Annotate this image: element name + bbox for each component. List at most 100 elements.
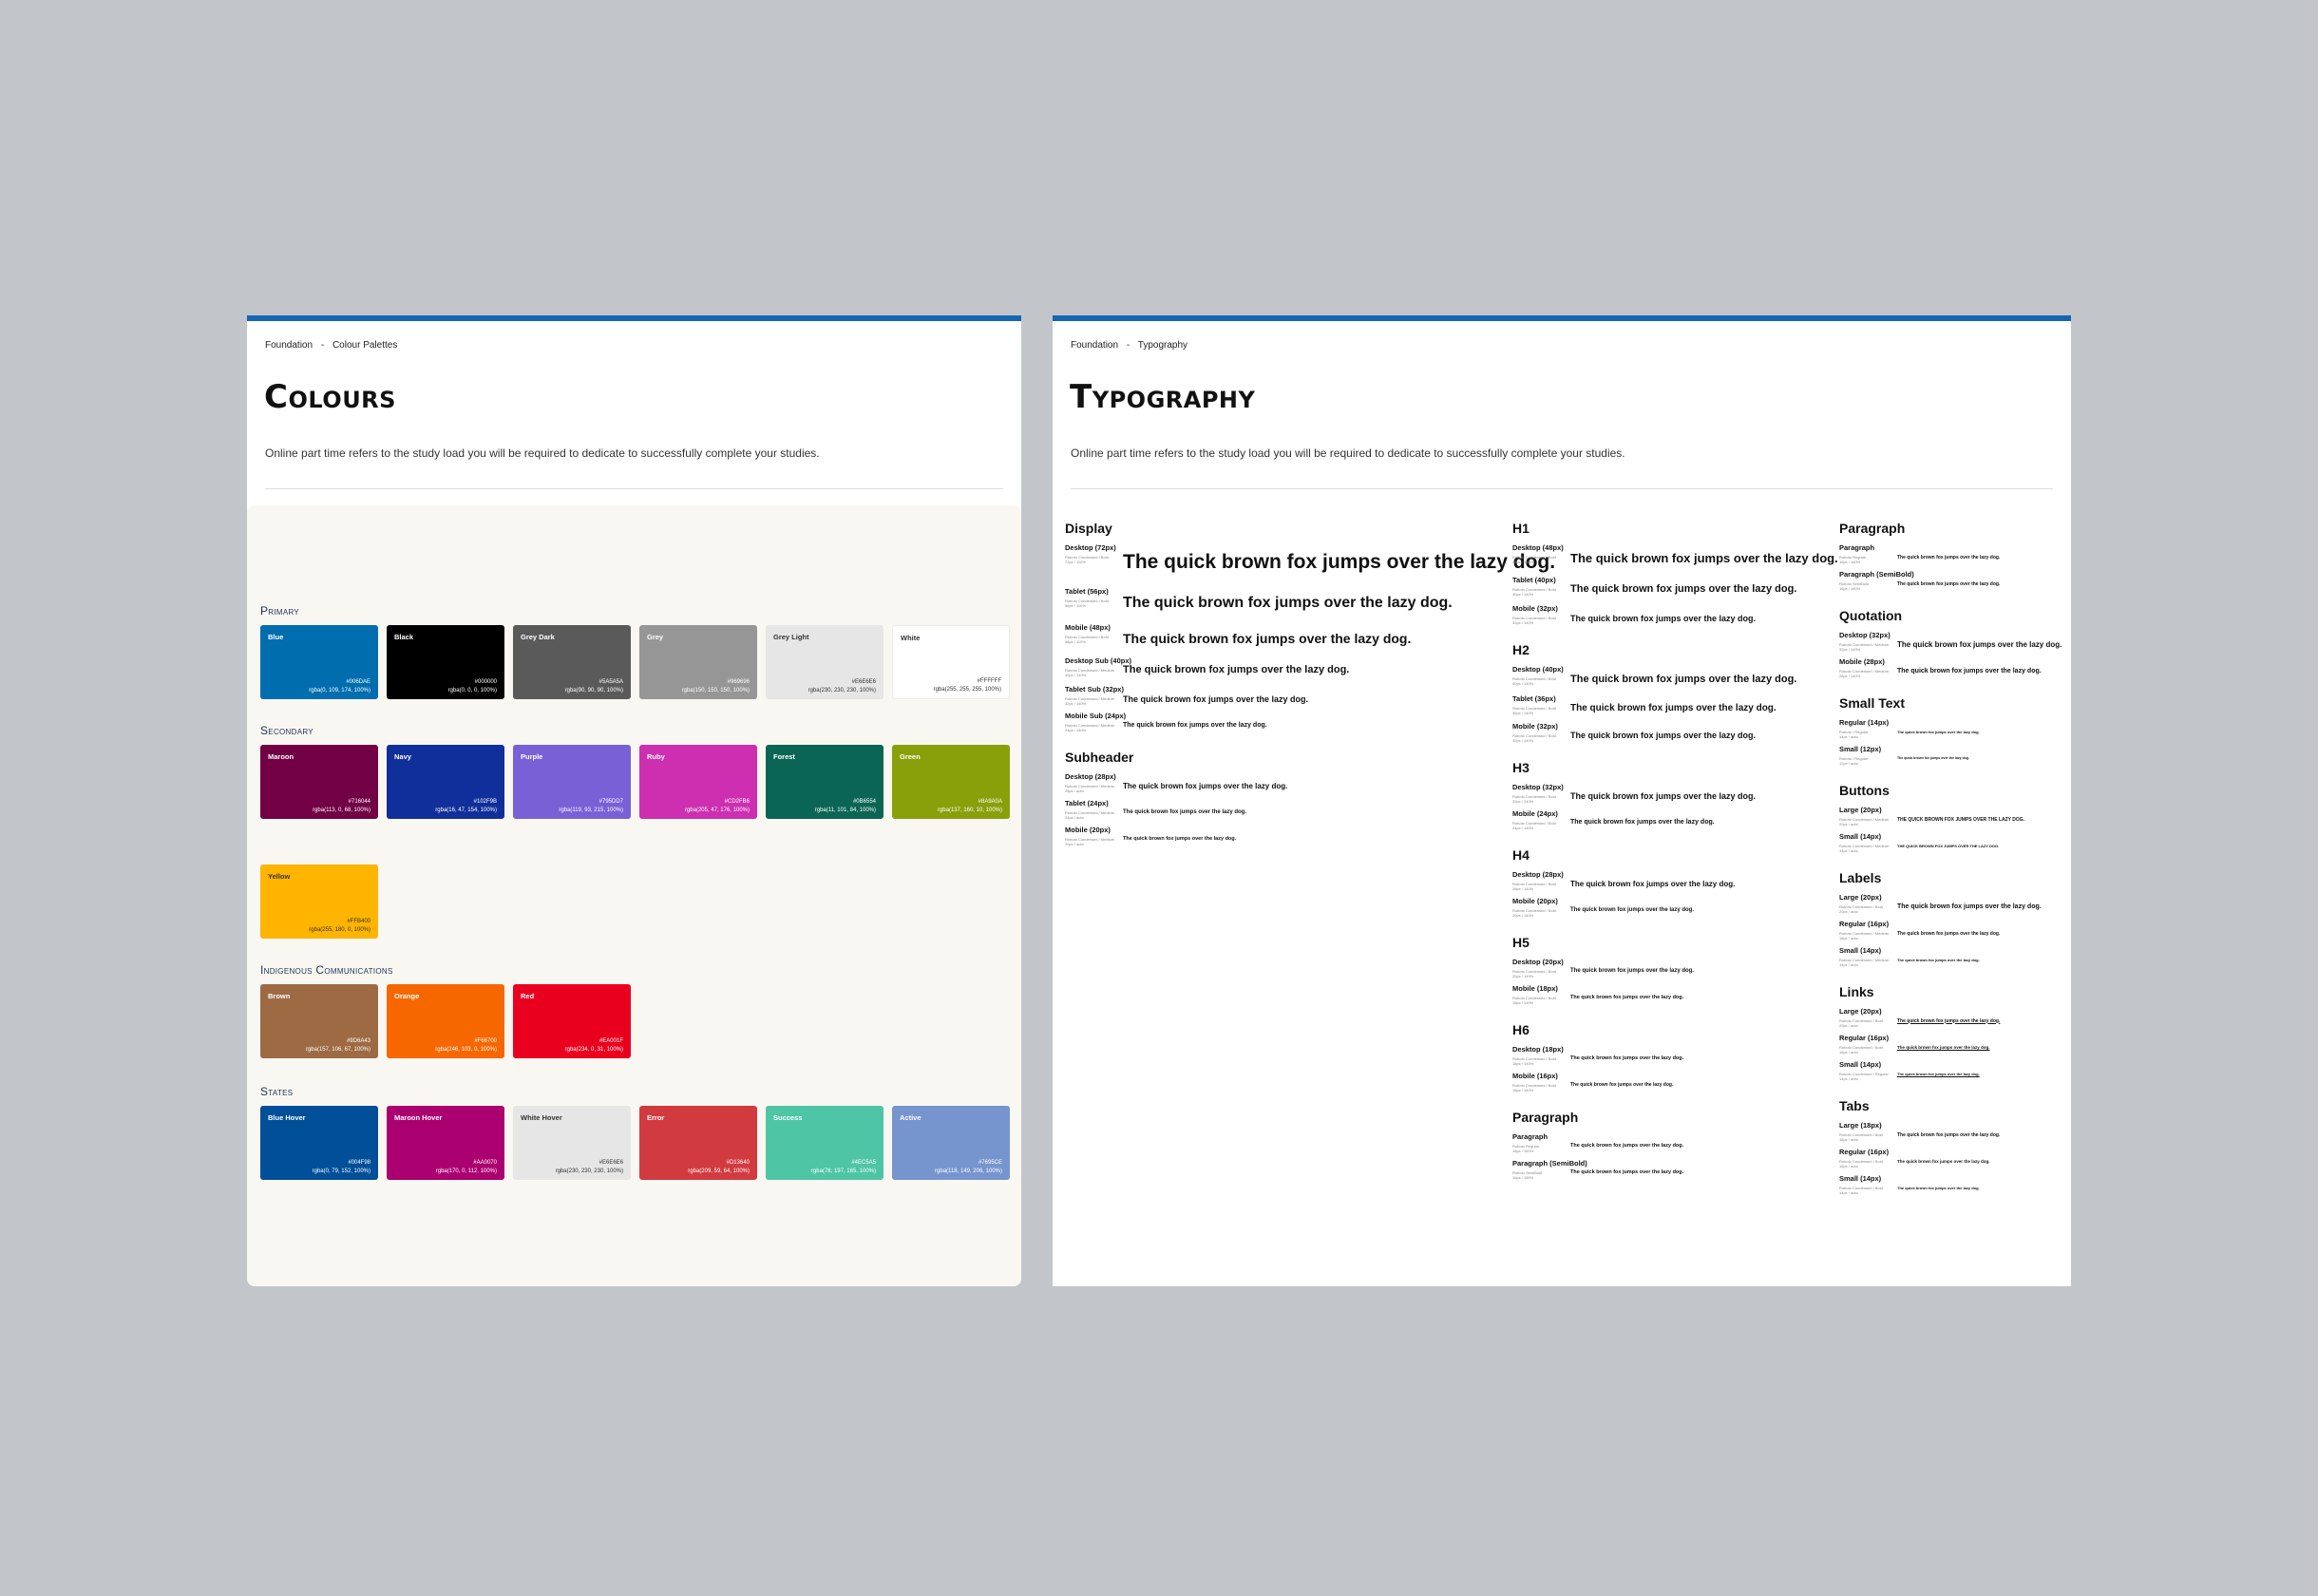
type-sample-text[interactable]: The quick brown fox jumps over the lazy …	[1897, 1045, 1990, 1050]
swatch-rgba: rgba(0, 79, 152, 100%)	[312, 1168, 370, 1174]
type-meta-line: 32px / 140%	[1512, 798, 1534, 804]
swatch-name: Maroon Hover	[394, 1113, 443, 1122]
breadcrumb-separator: -	[1126, 340, 1130, 351]
swatch-maroon-hover[interactable]: Maroon Hover #AA0070 rgba(170, 0, 112, 100…	[387, 1106, 504, 1180]
colour-palette-panel: Primary Blue #006DAE rgba(0, 109, 174, 100%…	[247, 505, 1021, 1286]
type-style-row: Desktop (20px) Roboto Condensed / Bold 20p…	[1512, 958, 1826, 984]
type-sample-text: The quick brown fox jumps over the lazy …	[1897, 667, 2042, 674]
swatch-error[interactable]: Error #D13640 rgba(209, 59, 64, 100%)	[639, 1106, 757, 1180]
type-style-row: Mobile Sub (24px) Roboto Condensed / Medi…	[1065, 712, 1502, 738]
swatch-rgba: rgba(157, 106, 67, 100%)	[305, 1047, 370, 1053]
type-sample-text: The quick brown fox jumps over the lazy …	[1897, 580, 2001, 587]
swatch-name: Grey Light	[773, 633, 809, 641]
swatch-hex: #E6E6E6	[851, 679, 876, 685]
swatch-forest[interactable]: Forest #0B6554 rgba(11, 101, 84, 100%)	[766, 745, 884, 819]
type-style-meta: Roboto Condensed / Medium 24px / 140%	[1065, 723, 1118, 732]
type-meta-line: 32px / 140%	[1839, 647, 1861, 652]
type-style-row: Large (20px) Roboto Condensed / Bold 20px …	[1839, 1007, 2067, 1034]
swatch-white-hover[interactable]: White Hover #E6E6E6 rgba(230, 230, 230, 10…	[513, 1106, 631, 1180]
type-style-row: Tablet Sub (32px) Roboto Condensed / Medi…	[1065, 685, 1502, 712]
type-style-label: Desktop (28px)	[1512, 869, 1564, 879]
type-style-meta: Roboto Condensed / Bold 32px / 140%	[1512, 616, 1566, 625]
swatch-hex: #969696	[727, 679, 750, 685]
type-meta-line: 40px / 140%	[1512, 681, 1534, 686]
type-style-row: Desktop (32px) Roboto Condensed / Medium 3…	[1839, 631, 2067, 657]
type-style-row: Large (18px) Roboto Condensed / Bold 18px …	[1839, 1121, 2067, 1148]
breadcrumb: Foundation - Typography	[1071, 340, 1193, 351]
type-sample-text: The quick brown fox jumps over the lazy …	[1570, 1054, 1684, 1061]
type-sample-text: The quick brown fox jumps over the lazy …	[1570, 613, 1757, 623]
type-style-row: Desktop (72px) Roboto Condensed / Bold 72p…	[1065, 543, 1555, 587]
swatch-grey-dark[interactable]: Grey Dark #5A5A5A rgba(90, 90, 90, 100%)	[513, 625, 631, 699]
swatch-white[interactable]: White #FFFFFF rgba(255, 255, 255, 100%)	[892, 625, 1010, 699]
type-meta-line: 16px / 160%	[1839, 560, 1861, 564]
type-meta-line: 28px / auto	[1065, 788, 1084, 793]
type-meta-line: 72px / 110%	[1065, 560, 1086, 564]
type-style-meta: Roboto Condensed / Bold 16px / auto	[1839, 1159, 1892, 1168]
swatch-name: White Hover	[521, 1113, 562, 1122]
type-style-label: Mobile Sub (24px)	[1065, 712, 1127, 720]
type-style-label: Desktop (18px)	[1512, 1044, 1564, 1054]
type-style-row: Regular (16px) Roboto Condensed / Bold 16p…	[1839, 1034, 2067, 1060]
type-sample-text: The quick brown fox jumps over the lazy …	[1897, 1186, 1980, 1190]
type-style-meta: Roboto Condensed / Bold 20px / 140%	[1512, 908, 1566, 918]
type-meta-line: 32px / 140%	[1065, 701, 1087, 706]
type-style-label: Mobile (20px)	[1065, 826, 1111, 834]
type-style-meta: Roboto / Regular 14px / auto	[1839, 730, 1892, 739]
swatch-rgba: rgba(230, 230, 230, 100%)	[555, 1168, 623, 1174]
swatch-navy[interactable]: Navy #102F9B rgba(16, 47, 154, 100%)	[387, 745, 504, 819]
type-style-row: Desktop (28px) Roboto Condensed / Bold 28p…	[1512, 870, 1826, 897]
swatch-green[interactable]: Green #8A9A0A rgba(137, 160, 10, 100%)	[892, 745, 1010, 819]
type-meta-line: 18px / 140%	[1512, 1060, 1534, 1066]
swatch-grey[interactable]: Grey #969696 rgba(150, 150, 150, 100%)	[639, 625, 757, 699]
swatch-brown[interactable]: Brown #9D6A43 rgba(157, 106, 67, 100%)	[260, 984, 378, 1058]
page-title: Typography	[1070, 378, 1256, 416]
type-style-meta: Roboto Condensed / Bold 18px / 140%	[1512, 1056, 1566, 1066]
type-group-heading: Buttons	[1839, 783, 1890, 798]
breadcrumb-item-foundation[interactable]: Foundation	[265, 340, 313, 351]
swatch-active[interactable]: Active #7695CE rgba(118, 149, 206, 100%)	[892, 1106, 1010, 1180]
swatch-hex: #D13640	[726, 1160, 750, 1166]
swatch-success[interactable]: Success #4EC5A5 rgba(78, 197, 165, 100%)	[766, 1106, 884, 1180]
swatch-blue[interactable]: Blue #006DAE rgba(0, 109, 174, 100%)	[260, 625, 378, 699]
swatch-grey-light[interactable]: Grey Light #E6E6E6 rgba(230, 230, 230, 100…	[766, 625, 884, 699]
swatch-maroon[interactable]: Maroon #716044 rgba(113, 0, 68, 100%)	[260, 745, 378, 819]
type-sample-text[interactable]: The quick brown fox jumps over the lazy …	[1897, 1018, 2000, 1024]
breadcrumb: Foundation - Colour Palettes	[265, 340, 403, 351]
type-style-row: Mobile (20px) Roboto Condensed / Medium 20…	[1065, 826, 1502, 852]
swatch-blue-hover[interactable]: Blue Hover #004F98 rgba(0, 79, 152, 100%)	[260, 1106, 378, 1180]
swatch-hex: #CD2FB6	[724, 799, 750, 805]
type-meta-line: 16px / auto	[1839, 936, 1858, 940]
swatch-ruby[interactable]: Ruby #CD2FB6 rgba(205, 47, 176, 100%)	[639, 745, 757, 819]
swatch-purple[interactable]: Purple #795DD7 rgba(119, 93, 215, 100%)	[513, 745, 631, 819]
breadcrumb-item-current: Typography	[1137, 340, 1188, 351]
type-style-label: Tablet (24px)	[1065, 799, 1109, 808]
swatch-hex: #795DD7	[598, 799, 623, 805]
type-style-row: Desktop (40px) Roboto Condensed / Bold 40p…	[1512, 665, 1826, 694]
type-group-h1: H1 Desktop (48px) Roboto Condensed / Bold 4…	[1512, 521, 1838, 631]
type-style-row: Mobile (18px) Roboto Condensed / Bold 18px…	[1512, 984, 1826, 1011]
swatch-orange[interactable]: Orange #F66700 rgba(246, 103, 0, 100%)	[387, 984, 504, 1058]
swatch-rgba: rgba(137, 160, 10, 100%)	[937, 808, 1002, 813]
type-meta-line: 24px / 140%	[1512, 825, 1534, 830]
typography-column-2: H1 Desktop (48px) Roboto Condensed / Bold 4…	[1512, 521, 1838, 1197]
swatch-hex: #FFB400	[347, 919, 370, 924]
type-group-heading: Labels	[1839, 870, 1882, 885]
type-style-label: Paragraph (SemiBold)	[1839, 570, 1914, 579]
swatch-rgba: rgba(113, 0, 68, 100%)	[313, 808, 370, 813]
swatch-red[interactable]: Red #EA001F rgba(234, 0, 31, 100%)	[513, 984, 631, 1058]
type-sample-text[interactable]: The quick brown fox jumps over the lazy …	[1897, 1072, 1980, 1076]
type-group-heading: Display	[1065, 521, 1112, 536]
type-meta-line: 20px / auto	[1839, 909, 1858, 914]
type-sample-text: The quick brown fox jumps over the lazy …	[1123, 721, 1267, 729]
type-group-heading: Small Text	[1839, 695, 1905, 711]
colours-header: Foundation - Colour Palettes Colours Onl…	[247, 321, 1021, 505]
swatch-rgba: rgba(230, 230, 230, 100%)	[808, 688, 876, 694]
swatch-yellow[interactable]: Yellow #FFB400 rgba(255, 180, 0, 100%)	[260, 864, 378, 939]
breadcrumb-item-foundation[interactable]: Foundation	[1071, 340, 1118, 351]
swatch-hex: #7695CE	[978, 1160, 1002, 1166]
type-style-meta: Roboto Condensed / Medium 40px / 140%	[1065, 668, 1118, 677]
type-style-row: Desktop Sub (40px) Roboto Condensed / Med…	[1065, 656, 1502, 686]
swatch-black[interactable]: Black #000000 rgba(0, 0, 0, 100%)	[387, 625, 504, 699]
type-style-meta: Roboto Regular 16px / 160%	[1839, 555, 1892, 564]
